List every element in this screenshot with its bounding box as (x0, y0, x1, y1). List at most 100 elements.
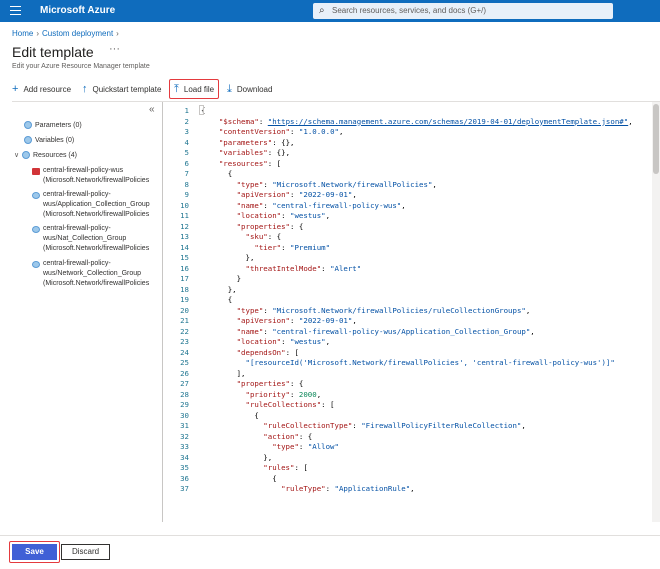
search-box[interactable]: ⌕ Search resources, services, and docs (… (313, 3, 613, 19)
line-number: 17 (180, 274, 189, 283)
code-text: { (201, 169, 233, 178)
code-line[interactable]: 23 "location": "westus", (163, 337, 330, 347)
chevron-right-icon: › (116, 29, 119, 38)
quickstart-template-button[interactable]: ↑ Quickstart template (82, 79, 161, 99)
tree-resource-item[interactable]: central-firewall-policy- wus/Nat_Collect… (32, 224, 162, 254)
line-number: 12 (180, 221, 189, 231)
tree-resource-item[interactable]: central-firewall-policy- wus/Network_Col… (32, 259, 162, 289)
cube-icon (24, 136, 32, 144)
code-line[interactable]: 29 "ruleCollections": [ (163, 400, 335, 410)
code-line[interactable]: 24 "dependsOn": [ (163, 348, 299, 358)
line-number: 31 (180, 421, 189, 430)
code-line[interactable]: 33 "type": "Allow" (163, 442, 339, 452)
line-number: 19 (180, 295, 189, 304)
code-line[interactable]: 9 "apiVersion": "2022-09-01", (163, 190, 357, 200)
code-editor[interactable]: 1 {2 "$schema": "https://schema.managemen… (162, 102, 660, 522)
code-line[interactable]: 15 }, (163, 253, 254, 263)
resource-name: central-firewall-policy- (43, 225, 111, 232)
line-number: 15 (180, 253, 189, 262)
footer-divider (0, 535, 660, 536)
code-line[interactable]: 17 } (163, 274, 241, 284)
code-line[interactable]: 25 "[resourceId('Microsoft.Network/firew… (163, 358, 615, 368)
download-label: Download (236, 84, 273, 94)
search-placeholder: Search resources, services, and docs (G+… (332, 6, 487, 15)
download-button[interactable]: ⤓ Download (227, 79, 272, 99)
editor-scrollbar[interactable] (652, 102, 660, 522)
line-number: 1 (184, 106, 189, 115)
tree-resource-item[interactable]: central-firewall-policy-wus (Microsoft.N… (32, 166, 162, 186)
code-line[interactable]: 28 "priority": 2000, (163, 390, 321, 400)
code-line[interactable]: 37 "ruleType": "ApplicationRule", (163, 484, 415, 494)
code-line[interactable]: 7 { (163, 169, 233, 179)
breadcrumb-home[interactable]: Home (12, 29, 33, 38)
code-line[interactable]: 34 }, (163, 453, 272, 463)
line-number: 26 (180, 368, 189, 378)
firewall-policy-icon (32, 168, 40, 175)
line-number: 9 (184, 190, 189, 199)
code-line[interactable]: 8 "type": "Microsoft.Network/firewallPol… (163, 180, 437, 190)
line-number: 11 (180, 211, 189, 220)
code-line[interactable]: 2 "$schema": "https://schema.management.… (163, 117, 633, 127)
code-line[interactable]: 20 "type": "Microsoft.Network/firewallPo… (163, 306, 530, 316)
line-number: 16 (180, 263, 189, 273)
cube-icon (32, 192, 40, 199)
discard-button[interactable]: Discard (61, 544, 110, 560)
breadcrumb-custom-deployment[interactable]: Custom deployment (42, 29, 113, 38)
code-line[interactable]: 4 "parameters": {}, (163, 138, 295, 148)
code-text: "priority": 2000, (245, 389, 322, 399)
download-icon: ⤓ (227, 82, 232, 95)
tree-item-variables[interactable]: Variables (0) (24, 136, 74, 144)
code-text: "[resourceId('Microsoft.Network/firewall… (245, 358, 615, 367)
code-line[interactable]: 27 "properties": { (163, 379, 303, 389)
code-line[interactable]: 31 "ruleCollectionType": "FirewallPolicy… (163, 421, 526, 431)
code-line[interactable]: 19 { (163, 295, 232, 305)
add-resource-button[interactable]: + Add resource (12, 79, 71, 99)
resource-type: (Microsoft.Network/firewallPolicies (43, 177, 150, 184)
upload-icon: ⤒ (174, 82, 179, 95)
code-line[interactable]: 10 "name": "central-firewall-policy-wus"… (163, 201, 406, 211)
code-text: { (201, 473, 277, 483)
code-text: "variables": {}, (218, 148, 291, 157)
code-line[interactable]: 11 "location": "westus", (163, 211, 330, 221)
code-line[interactable]: 16 "threatIntelMode": "Alert" (163, 264, 361, 274)
code-line[interactable]: 30 { (163, 411, 259, 421)
code-line[interactable]: 14 "tier": "Premium" (163, 243, 330, 253)
code-line[interactable]: 13 "sku": { (163, 232, 281, 242)
code-line[interactable]: 21 "apiVersion": "2022-09-01", (163, 316, 357, 326)
line-number: 24 (180, 347, 189, 357)
code-line[interactable]: 18 }, (163, 285, 237, 295)
code-text: { (201, 410, 259, 420)
more-options-icon[interactable]: ··· (109, 43, 120, 55)
code-line[interactable]: 26 ], (163, 368, 246, 379)
save-button[interactable]: Save (12, 544, 57, 560)
brand-title[interactable]: Microsoft Azure (40, 5, 115, 16)
code-line[interactable]: 6 "resources": [ (163, 159, 282, 169)
code-line[interactable]: 22 "name": "central-firewall-policy-wus/… (163, 327, 535, 337)
line-number: 14 (180, 242, 189, 252)
code-text: "type": "Allow" (272, 442, 339, 451)
tree-item-parameters[interactable]: Parameters (0) (24, 121, 82, 129)
code-text: "type": "Microsoft.Network/firewallPolic… (236, 305, 531, 315)
resource-type: (Microsoft.Network/firewallPolicies (43, 245, 150, 252)
collapse-pane-icon[interactable]: « (149, 104, 155, 115)
code-text: "type": "Microsoft.Network/firewallPolic… (236, 179, 437, 189)
tree-item-resources[interactable]: ∨ Resources (4) (14, 151, 77, 159)
code-text: } (201, 274, 242, 283)
chevron-down-icon[interactable]: ∨ (14, 151, 20, 159)
code-line[interactable]: 32 "action": { (163, 432, 312, 442)
tree-resource-item[interactable]: central-firewall-policy- wus/Application… (32, 190, 162, 220)
code-line[interactable]: 36 { (163, 474, 277, 484)
resource-type: (Microsoft.Network/firewallPolicies (43, 280, 150, 287)
code-line[interactable]: 5 "variables": {}, (163, 148, 290, 158)
code-text: "apiVersion": "2022-09-01", (236, 190, 357, 199)
code-line[interactable]: 12 "properties": { (163, 222, 303, 232)
code-text: ], (201, 368, 246, 378)
menu-icon[interactable] (10, 6, 21, 15)
load-file-button[interactable]: ⤒ Load file (169, 79, 220, 99)
line-number: 28 (180, 389, 189, 399)
code-line[interactable]: 3 "contentVersion": "1.0.0.0", (163, 127, 344, 137)
breadcrumb: Home › Custom deployment › (12, 29, 122, 38)
code-text: "ruleCollections": [ (245, 400, 335, 409)
code-line[interactable]: 35 "rules": [ (163, 463, 308, 473)
scrollbar-thumb[interactable] (653, 104, 659, 174)
